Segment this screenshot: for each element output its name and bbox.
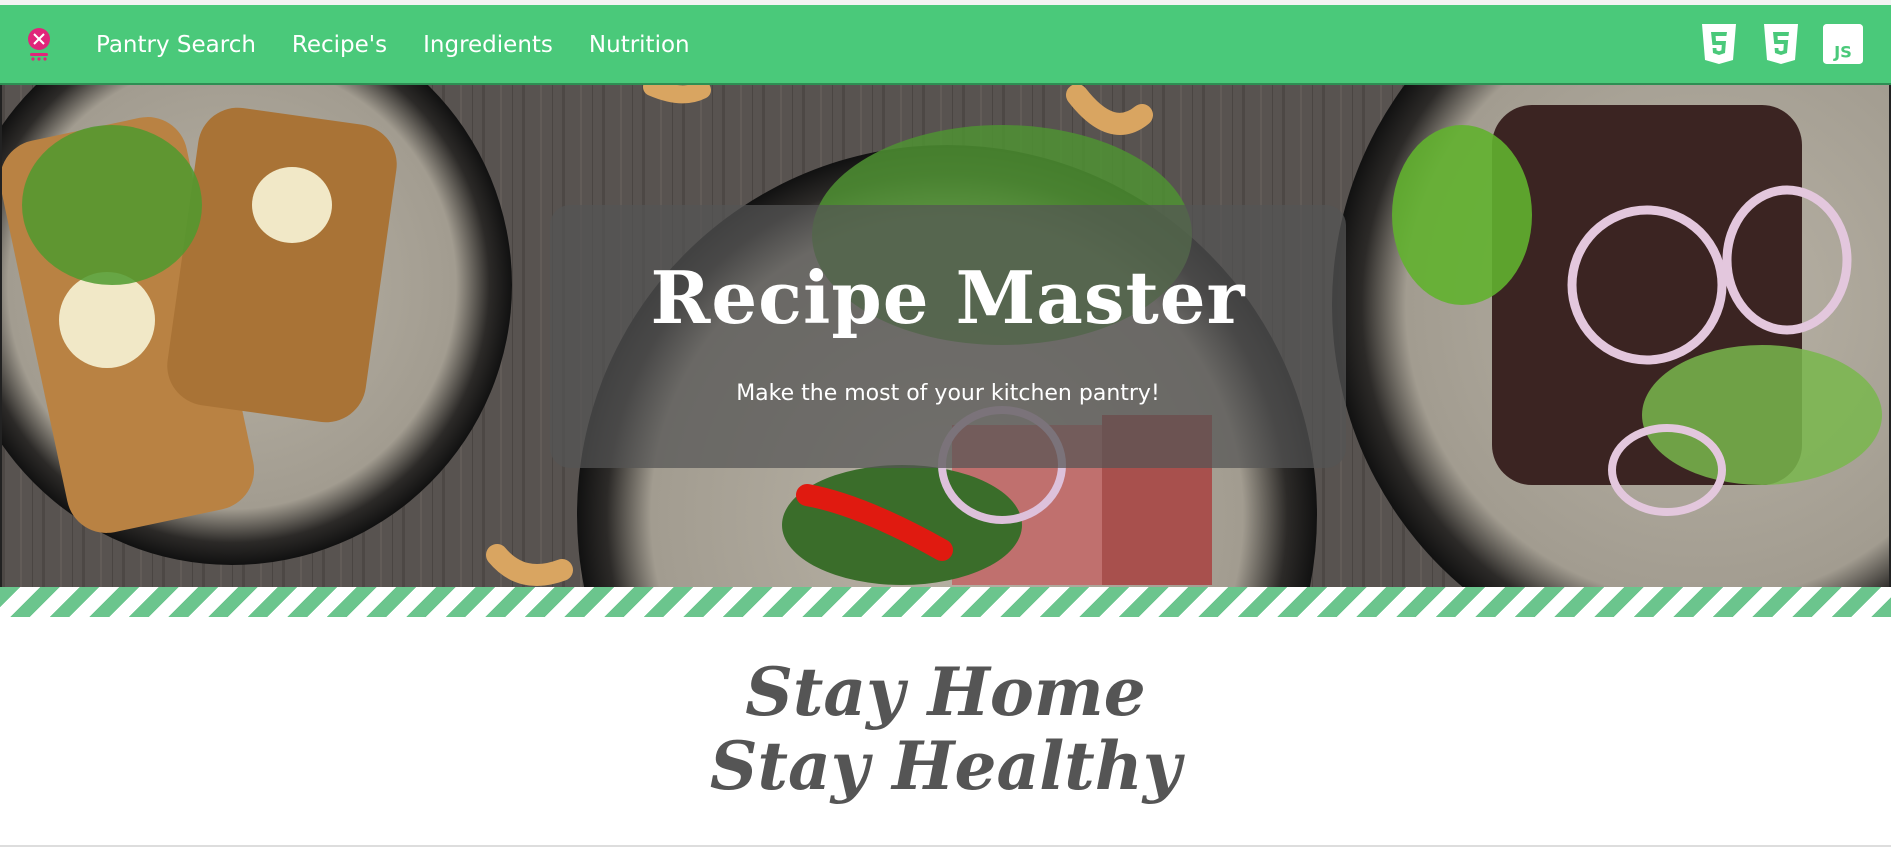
- tagline-line-2: Stay Healthy: [709, 727, 1182, 805]
- html5-icon: [1702, 24, 1736, 64]
- hero-card: Recipe Master Make the most of your kitc…: [550, 205, 1346, 468]
- main-nav: Pantry Search Recipe's Ingredients Nutri…: [96, 5, 690, 85]
- nav-link-ingredients[interactable]: Ingredients: [423, 32, 553, 58]
- svg-text:JS: JS: [1833, 43, 1852, 62]
- js-icon: JS: [1823, 24, 1863, 64]
- hero-title: Recipe Master: [650, 255, 1246, 340]
- nav-link-pantry-search[interactable]: Pantry Search: [96, 32, 256, 58]
- tagline-line-1: Stay Home: [745, 653, 1146, 731]
- tagline: Stay Home Stay Healthy: [0, 655, 1891, 803]
- hero-banner: Recipe Master Make the most of your kitc…: [0, 85, 1891, 587]
- navbar: Pantry Search Recipe's Ingredients Nutri…: [0, 5, 1891, 85]
- bottom-divider: [0, 845, 1891, 847]
- stripe-divider: [0, 587, 1891, 617]
- nav-link-nutrition[interactable]: Nutrition: [589, 32, 690, 58]
- css3-icon: [1764, 24, 1798, 64]
- hero-subtitle: Make the most of your kitchen pantry!: [736, 381, 1160, 406]
- nav-link-recipes[interactable]: Recipe's: [292, 32, 387, 58]
- tech-icons: JS: [1699, 19, 1863, 69]
- chef-logo-icon[interactable]: [22, 25, 56, 65]
